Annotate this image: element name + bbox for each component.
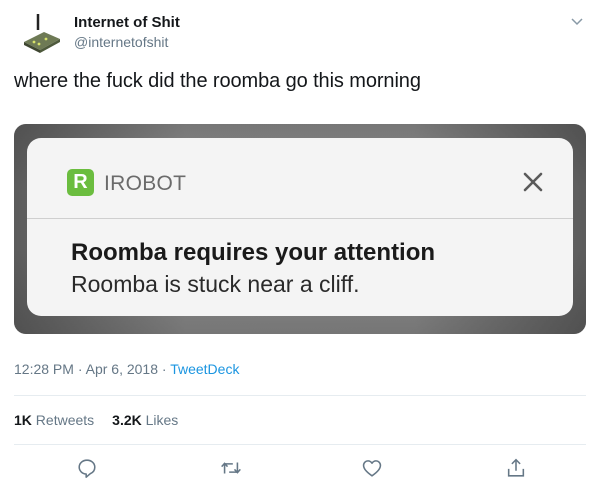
notification-title: Roomba requires your attention [71,239,436,266]
notification-app-name: IROBOT [104,172,187,195]
meta-separator: · [158,361,171,377]
tweet-media-image[interactable]: R IROBOT Roomba requires your attention … [14,124,586,334]
tweet-source-link[interactable]: TweetDeck [170,361,239,377]
tweet-stats: 1K Retweets 3.2K Likes [14,412,178,428]
tweet-text: where the fuck did the roomba go this mo… [14,70,421,92]
author-handle[interactable]: @internetofshit [74,34,168,50]
close-icon [519,168,547,196]
likes-count: 3.2K [112,412,142,428]
author-display-name[interactable]: Internet of Shit [74,14,180,31]
irobot-app-icon: R [67,169,94,196]
tweet-date[interactable]: Apr 6, 2018 [86,361,158,377]
retweets-count: 1K [14,412,32,428]
notification-card: R IROBOT Roomba requires your attention … [27,138,573,316]
likes-stat[interactable]: 3.2K Likes [112,412,178,428]
share-icon[interactable] [505,457,527,479]
tweet-meta: 12:28 PM · Apr 6, 2018 · TweetDeck [14,361,239,377]
retweet-icon[interactable] [220,457,242,479]
retweets-label: Retweets [35,412,95,428]
avatar-router-icon [24,14,60,53]
tweet-header: Internet of Shit @internetofshit [14,10,586,56]
avatar[interactable] [20,12,62,54]
meta-separator: · [73,361,86,377]
divider [14,444,586,445]
notification-body: Roomba is stuck near a cliff. [71,271,360,297]
tweet-time[interactable]: 12:28 PM [14,361,74,377]
notification-divider [27,218,573,219]
heart-icon[interactable] [361,457,383,479]
chevron-down-icon[interactable] [570,14,584,28]
retweets-stat[interactable]: 1K Retweets [14,412,94,428]
reply-icon[interactable] [76,457,98,479]
divider [14,395,586,396]
likes-label: Likes [145,412,179,428]
